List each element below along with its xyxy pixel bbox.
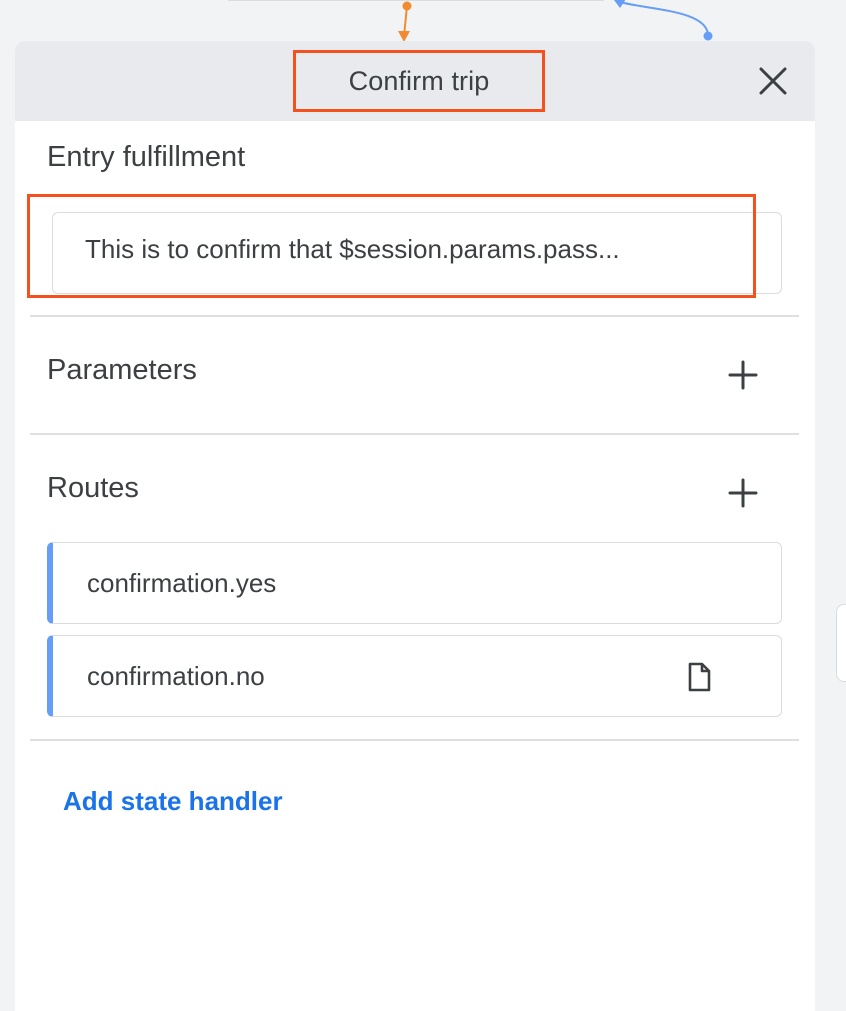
page-panel: Confirm trip Entry fulfillment This is t… [15,41,815,1011]
parameters-heading: Parameters [47,354,197,386]
close-button[interactable] [755,63,791,99]
divider [30,315,799,317]
adjacent-node-card[interactable] [836,604,846,682]
add-route-button[interactable] [723,473,763,513]
divider [30,433,799,435]
plus-icon [728,360,758,390]
blue-connector-dot [703,31,713,41]
blue-connector-line [619,1,709,35]
add-state-handler-link[interactable]: Add state handler [63,786,283,817]
add-parameter-button[interactable] [723,355,763,395]
routes-heading: Routes [47,472,139,504]
route-label: confirmation.yes [87,568,277,598]
close-icon [759,67,787,95]
plus-icon [728,478,758,508]
entry-fulfillment-heading: Entry fulfillment [47,141,246,173]
document-icon [688,662,711,692]
route-item-confirmation-yes[interactable]: confirmation.yes [47,542,782,624]
route-item-confirmation-no[interactable]: confirmation.no [47,635,782,717]
entry-fulfillment-text[interactable]: This is to confirm that $session.params.… [85,234,620,265]
panel-header: Confirm trip [15,41,815,121]
flow-canvas: Confirm trip Entry fulfillment This is t… [0,0,846,1011]
divider [30,739,799,741]
route-label: confirmation.no [87,661,265,691]
title-highlight: Confirm trip [293,50,545,112]
page-title: Confirm trip [348,65,490,96]
